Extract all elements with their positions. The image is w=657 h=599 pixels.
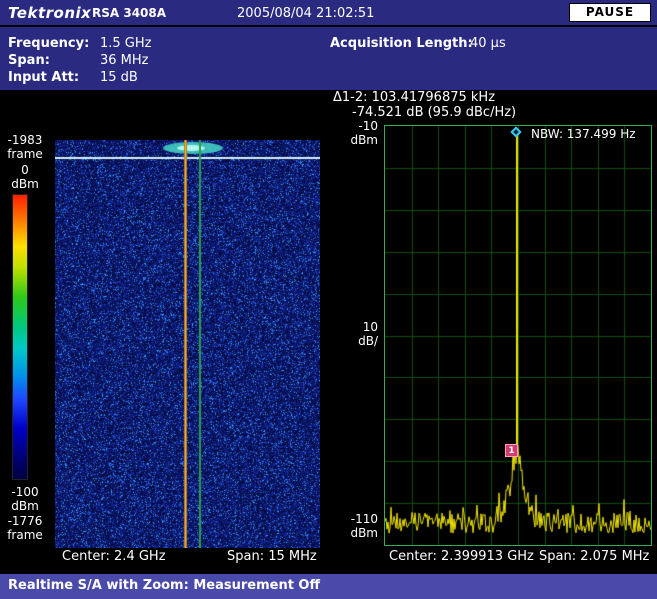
spectrogram-top-frame-label: -1983 [2,133,48,147]
frequency-value: 1.5 GHz [100,36,151,51]
spectrogram-ref-level-unit: dBm [2,177,48,191]
spectrum-span-label: Span: 2.075 MHz [539,549,649,564]
spectrogram-bottom-frame-unit: frame [2,528,48,542]
title-bar: Tektronix RSA 3408A 2005/08/04 21:02:51 … [0,0,657,26]
spectrogram-ref-level-label: 0 [2,163,48,177]
marker-1-box[interactable]: 1 [505,444,518,457]
acquisition-length-value: 40 µs [470,36,506,51]
spectrogram-top-frame-unit: frame [2,147,48,161]
spectrogram-bottom-frame-label: -1776 [2,514,48,528]
ref-level-top-unit: dBm [332,133,378,147]
pause-button[interactable]: PAUSE [569,3,651,22]
ref-level-bottom-unit: dBm [332,526,378,540]
spectrogram-center-label: Center: 2.4 GHz [62,549,166,564]
marker-1-number: 1 [508,446,514,456]
scale-unit: dB/ [332,334,378,348]
status-bar: Realtime S/A with Zoom: Measurement Off [0,574,657,599]
spectrogram-bottom-level-label: -100 [2,485,48,499]
input-att-label: Input Att: [8,70,79,85]
tektronix-logo: Tektronix [8,4,91,22]
delta-marker-readout: Δ1-2: 103.41796875 kHz [333,90,495,105]
settings-panel: Frequency: 1.5 GHz Acquisition Length: 4… [0,27,657,90]
status-text: Realtime S/A with Zoom: Measurement Off [8,578,320,593]
ref-level-top-label: -10 [332,119,378,133]
frequency-label: Frequency: [8,36,89,51]
spectrogram-bottom-level-unit: dBm [2,499,48,513]
scale-label: 10 [332,320,378,334]
spectrogram-span-label: Span: 15 MHz [227,549,317,564]
acquisition-length-label: Acquisition Length: [330,36,473,51]
spectrum-center-label: Center: 2.399913 GHz [389,549,534,564]
nbw-label: NBW: 137.499 Hz [531,127,636,141]
datetime-label: 2005/08/04 21:02:51 [237,6,374,21]
spectrum-grid: NBW: 137.499 Hz 1 [384,125,652,546]
input-att-value: 15 dB [100,70,138,85]
span-label: Span: [8,53,50,68]
ref-level-bottom-label: -110 [332,512,378,526]
rsa-3408a-screen: Tektronix RSA 3408A 2005/08/04 21:02:51 … [0,0,657,599]
amplitude-color-scale [12,194,28,480]
spectrogram-canvas [55,140,320,548]
model-label: RSA 3408A [92,6,166,20]
span-value: 36 MHz [100,53,149,68]
spectrum-canvas [385,126,651,545]
delta-level-readout: -74.521 dB (95.9 dBc/Hz) [352,105,516,120]
